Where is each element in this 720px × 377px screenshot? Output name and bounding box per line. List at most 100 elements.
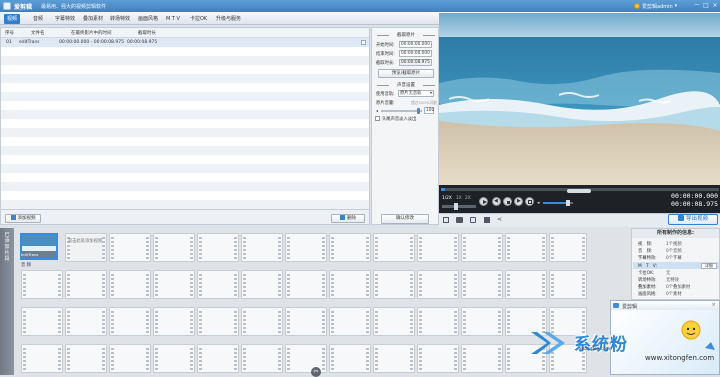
playhead-handle[interactable] xyxy=(567,189,591,193)
user-account[interactable]: 爱剪辑admin ▾ xyxy=(634,2,690,10)
clip-slot[interactable] xyxy=(417,270,459,299)
folder-icon[interactable] xyxy=(456,217,463,223)
clip-slot[interactable] xyxy=(285,270,327,299)
preview-clip-button[interactable]: 预览/截取原片 xyxy=(378,69,434,78)
tab-styles[interactable]: 画面风格 xyxy=(135,14,161,24)
minimize-button[interactable]: － xyxy=(693,2,701,10)
tab-transitions[interactable]: 转场特效 xyxy=(107,14,133,24)
prev-frame-button[interactable]: ◀ xyxy=(492,197,501,206)
stop-button[interactable] xyxy=(503,197,512,206)
delete-label: 删除 xyxy=(347,216,356,221)
clip-slot[interactable] xyxy=(417,307,459,336)
clip-slot[interactable] xyxy=(461,270,503,299)
play-button[interactable] xyxy=(479,197,488,206)
video-frame xyxy=(439,13,720,185)
track-select[interactable]: 原片无音轨 ▾ xyxy=(398,90,434,97)
clip-slot[interactable] xyxy=(461,344,503,373)
popup-close-button[interactable]: × xyxy=(711,302,716,308)
fade-checkbox[interactable] xyxy=(375,116,380,121)
speed-double[interactable]: 2X xyxy=(465,196,471,201)
crop-icon[interactable] xyxy=(470,217,476,223)
tab-subtitle-effects[interactable]: 字幕特效 xyxy=(52,14,78,24)
save-icon[interactable] xyxy=(484,217,490,223)
speed-slider-handle[interactable] xyxy=(454,203,458,210)
clip-slot[interactable] xyxy=(373,270,415,299)
tab-audio[interactable]: 音频 xyxy=(30,14,46,24)
delete-button[interactable]: 删除 xyxy=(331,214,365,223)
player-volume-handle[interactable] xyxy=(566,200,570,206)
clip-slot[interactable] xyxy=(285,307,327,336)
next-frame-button[interactable]: ▶ xyxy=(514,197,523,206)
info-mtv-label: M T V: xyxy=(638,264,657,269)
player-volume-slider[interactable] xyxy=(543,200,573,206)
end-time-input[interactable]: 00:00:00.000 xyxy=(399,50,432,57)
empty-row xyxy=(1,110,369,119)
clip-slot[interactable] xyxy=(373,344,415,373)
clip-slot[interactable] xyxy=(197,344,239,373)
tab-overlay[interactable]: 叠加素材 xyxy=(80,14,106,24)
clip-slot[interactable] xyxy=(65,270,107,299)
clip-slot[interactable] xyxy=(241,270,283,299)
clip-slot[interactable] xyxy=(65,233,107,262)
row-checkbox[interactable] xyxy=(361,40,366,45)
clip-slot[interactable] xyxy=(153,233,195,262)
clip-slot[interactable] xyxy=(153,344,195,373)
clip-slot[interactable] xyxy=(109,233,151,262)
clip-slot[interactable] xyxy=(461,307,503,336)
clip-slot[interactable] xyxy=(373,307,415,336)
clip-slot[interactable] xyxy=(241,344,283,373)
share-icon[interactable]: ⋖ xyxy=(497,216,502,223)
fullscreen-button[interactable] xyxy=(525,197,534,206)
clip-slot[interactable] xyxy=(197,270,239,299)
clip-slot[interactable] xyxy=(109,344,151,373)
clip-slot[interactable] xyxy=(285,233,327,262)
clip-slot[interactable] xyxy=(329,233,371,262)
scissors-icon[interactable]: ✂ xyxy=(311,367,321,377)
clip-slot[interactable] xyxy=(65,344,107,373)
clip-slot[interactable] xyxy=(461,233,503,262)
close-button[interactable]: × xyxy=(711,2,719,10)
clip-slot[interactable] xyxy=(329,307,371,336)
clip-slot[interactable] xyxy=(505,270,547,299)
clip-slot[interactable] xyxy=(197,233,239,262)
clip-slot[interactable] xyxy=(329,270,371,299)
confirm-button[interactable]: 确认修改 xyxy=(381,214,429,224)
clip-slot[interactable] xyxy=(329,344,371,373)
tab-video[interactable]: 视频 xyxy=(4,14,21,24)
clip-slot[interactable] xyxy=(505,233,547,262)
clip-slot[interactable] xyxy=(241,233,283,262)
snapshot-icon[interactable] xyxy=(443,217,449,223)
speed-normal[interactable]: 1X xyxy=(456,196,462,201)
tab-upgrade[interactable]: 升级与服务 xyxy=(213,14,244,24)
clip-slot[interactable] xyxy=(285,344,327,373)
add-video-hint-text[interactable]: 双击此处添加视频 xyxy=(67,239,103,245)
clip-slot[interactable] xyxy=(65,307,107,336)
clip-slot[interactable] xyxy=(549,233,587,262)
speed-slider[interactable] xyxy=(442,203,476,210)
detail-button[interactable]: 详细 xyxy=(701,263,717,269)
clip-slot[interactable] xyxy=(197,307,239,336)
clip-slot[interactable] xyxy=(373,233,415,262)
tab-karaoke[interactable]: 卡拉OK xyxy=(187,14,210,24)
clip-slot[interactable] xyxy=(109,270,151,299)
clip-slot[interactable] xyxy=(417,344,459,373)
clip-slot[interactable] xyxy=(549,270,587,299)
clip-slot[interactable] xyxy=(417,233,459,262)
speed-half[interactable]: 1/2X xyxy=(442,196,452,201)
clip-slot[interactable] xyxy=(241,307,283,336)
tab-mtv[interactable]: M T V xyxy=(163,14,183,24)
clip-slot[interactable] xyxy=(21,307,63,336)
table-row[interactable]: 01 editTrans 00:00:00.000 - 00:00:08.975… xyxy=(1,38,369,47)
maximize-button[interactable]: □ xyxy=(702,2,710,10)
export-video-button[interactable]: 导出视频 xyxy=(668,214,718,225)
start-time-input[interactable]: 00:00:00.000 xyxy=(399,41,432,48)
clip-slot[interactable] xyxy=(153,307,195,336)
volume-slider[interactable] xyxy=(381,108,422,114)
clip-slot[interactable] xyxy=(21,344,63,373)
clip-slot[interactable] xyxy=(21,270,63,299)
volume-slider-handle[interactable] xyxy=(417,108,420,114)
clip-slot[interactable] xyxy=(153,270,195,299)
add-video-button[interactable]: 添加视频 xyxy=(5,214,41,223)
clip-slot[interactable] xyxy=(109,307,151,336)
volume-value[interactable]: 100 xyxy=(424,107,434,114)
